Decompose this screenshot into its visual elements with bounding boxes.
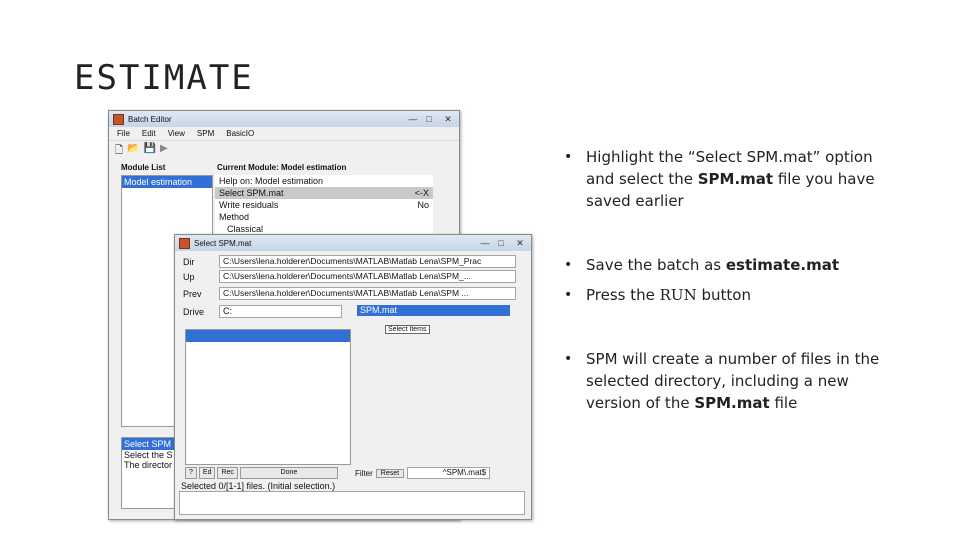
directory-list-highlight[interactable] — [186, 330, 350, 342]
up-path-select[interactable]: C:\Users\lena.holderer\Documents\MATLAB\… — [219, 270, 516, 283]
up-row: Up C:\Users\lena.holderer\Documents\MATL… — [183, 270, 516, 283]
maximize-icon[interactable]: □ — [493, 238, 509, 249]
selected-file-item[interactable]: SPM.mat — [357, 305, 510, 316]
filter-input[interactable]: ^SPM\.mat$ — [407, 467, 491, 479]
option-value: <-X — [414, 188, 429, 198]
menu-edit[interactable]: Edit — [142, 129, 156, 138]
menu-spm[interactable]: SPM — [197, 129, 214, 138]
drive-label: Drive — [183, 306, 205, 317]
option-label: Help on: Model estimation — [219, 176, 324, 186]
minimize-icon[interactable]: — — [405, 114, 421, 125]
plain-text: button — [696, 286, 751, 304]
dir-label: Dir — [183, 256, 195, 267]
bullet-text: Press the RUN button — [586, 284, 751, 306]
select-dialog-title: Select SPM.mat — [194, 238, 252, 248]
edit-button[interactable]: Ed — [198, 467, 216, 479]
open-folder-icon[interactable]: 📂 — [127, 143, 139, 160]
slide-title: ESTIMATE — [74, 58, 254, 98]
select-spm-dialog: Select SPM.mat — □ ✕ Dir C:\Users\lena.h… — [174, 234, 532, 520]
drive-select[interactable]: C: — [219, 305, 342, 318]
select-items-label: Select Items — [385, 325, 430, 334]
run-text: RUN — [659, 286, 697, 304]
bullet-item: • SPM will create a number of files in t… — [564, 348, 894, 414]
bullet-item: • Highlight the “Select SPM.mat” option … — [564, 146, 894, 212]
recursive-button[interactable]: Rec — [217, 467, 238, 479]
matlab-app-icon — [179, 237, 190, 249]
dir-path-field[interactable]: C:\Users\lena.holderer\Documents\MATLAB\… — [219, 255, 516, 268]
bullet-text: Highlight the “Select SPM.mat” option an… — [586, 146, 894, 212]
option-label: Select SPM.mat — [219, 188, 284, 198]
bottom-button-row: ? Ed Rec Done — [185, 467, 338, 479]
minimize-icon[interactable]: — — [477, 238, 493, 249]
option-row-select-spm[interactable]: Select SPM.mat <-X — [215, 187, 433, 199]
module-list-label: Module List — [121, 163, 166, 172]
option-row[interactable]: Method — [215, 211, 433, 223]
bullet-text: Save the batch as estimate.mat — [586, 254, 839, 276]
maximize-icon[interactable]: □ — [421, 114, 437, 125]
bold-text: SPM.mat — [694, 394, 770, 412]
bullet-item: • Press the RUN button — [564, 284, 894, 306]
bullet-text: SPM will create a number of files in the… — [586, 348, 894, 414]
batch-toolbar: 🗋 📂 💾 ▶ — [109, 141, 459, 162]
new-file-icon[interactable]: 🗋 — [115, 143, 123, 160]
batch-menubar: File Edit View SPM BasicIO — [109, 127, 459, 141]
bullet-dot: • — [564, 351, 573, 367]
drive-row: Drive C: — [183, 305, 342, 318]
prev-path-select[interactable]: C:\Users\lena.holderer\Documents\MATLAB\… — [219, 287, 516, 300]
filter-row: Filter Reset ^SPM\.mat$ — [355, 467, 491, 479]
close-icon[interactable]: ✕ — [437, 114, 459, 125]
save-icon[interactable]: 💾 — [144, 143, 156, 160]
option-label: Method — [219, 212, 250, 222]
directory-list[interactable] — [185, 329, 351, 465]
batch-editor-titlebar: Batch Editor — □ ✕ — [109, 111, 459, 127]
menu-basicio[interactable]: BasicIO — [226, 129, 254, 138]
plain-text: Save the batch as — [586, 256, 726, 274]
prev-row: Prev C:\Users\lena.holderer\Documents\MA… — [183, 287, 516, 300]
plain-text: Press the — [586, 286, 660, 304]
bold-text: estimate.mat — [725, 256, 840, 274]
bold-text: SPM.mat — [697, 170, 774, 188]
option-label: Write residuals — [219, 200, 279, 210]
current-module-label: Current Module: Model estimation — [217, 163, 347, 172]
done-button[interactable]: Done — [239, 467, 338, 479]
bullet-dot: • — [564, 149, 573, 165]
matlab-app-icon — [113, 113, 124, 125]
select-dialog-titlebar: Select SPM.mat — □ ✕ — [175, 235, 531, 251]
run-icon[interactable]: ▶ — [160, 143, 168, 160]
dir-row: Dir C:\Users\lena.holderer\Documents\MAT… — [183, 255, 516, 268]
reset-button[interactable]: Reset — [375, 468, 405, 478]
bullet-item: • Save the batch as estimate.mat — [564, 254, 894, 276]
up-label: Up — [183, 271, 195, 282]
help-button[interactable]: ? — [185, 467, 197, 479]
batch-editor-title: Batch Editor — [128, 114, 172, 124]
prev-label: Prev — [183, 288, 202, 299]
option-row[interactable]: Help on: Model estimation — [215, 175, 433, 187]
close-icon[interactable]: ✕ — [509, 238, 531, 249]
bullet-dot: • — [564, 287, 573, 303]
plain-text: file — [769, 394, 798, 412]
selection-status: Selected 0/[1-1] files. (Initial selecti… — [181, 481, 336, 491]
module-item-model-estimation[interactable]: Model estimation — [122, 176, 212, 188]
menu-file[interactable]: File — [117, 129, 130, 138]
filter-label: Filter — [355, 468, 373, 478]
bullet-dot: • — [564, 257, 573, 273]
option-value: No — [417, 200, 429, 210]
selected-files-box[interactable] — [179, 491, 525, 515]
menu-view[interactable]: View — [168, 129, 185, 138]
option-row[interactable]: Write residuals No — [215, 199, 433, 211]
